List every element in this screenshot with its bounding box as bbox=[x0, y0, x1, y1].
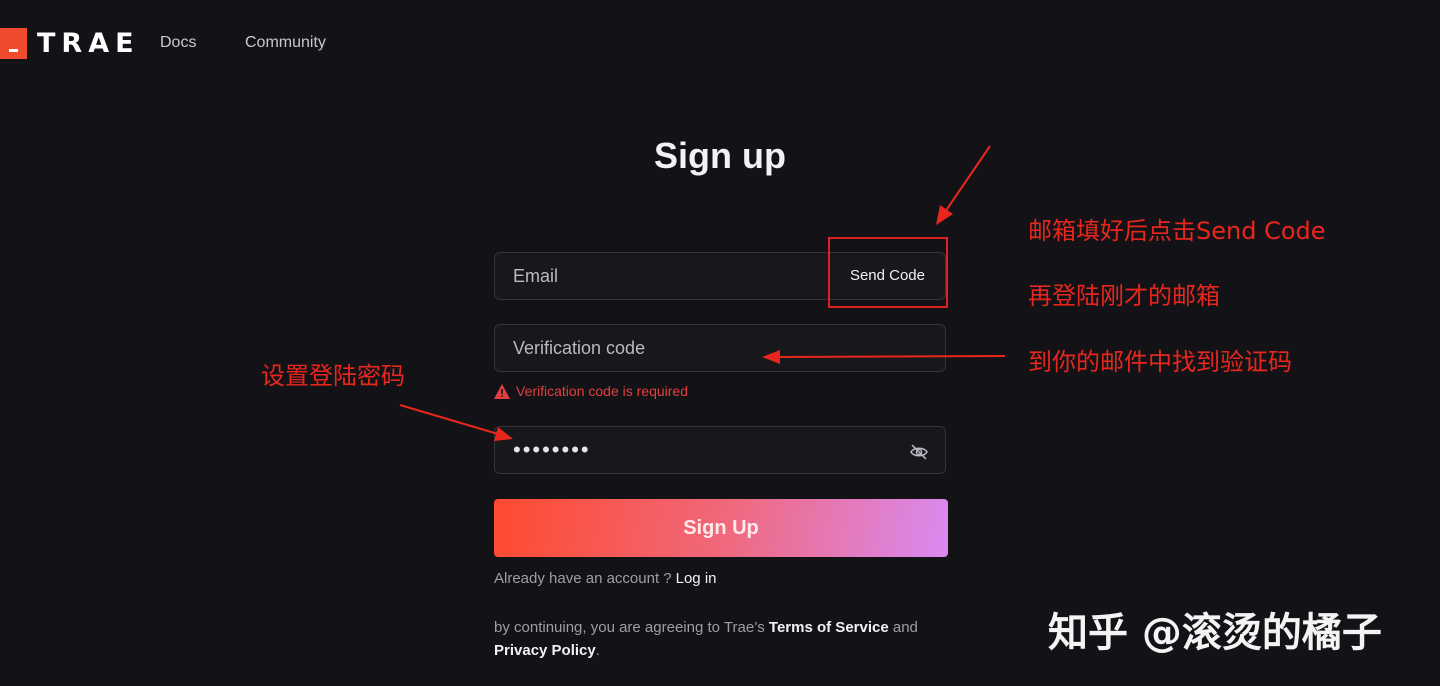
logo-text: TRAE bbox=[37, 28, 140, 59]
eye-off-icon[interactable] bbox=[909, 442, 929, 462]
page-title: Sign up bbox=[654, 135, 786, 176]
login-link[interactable]: Log in bbox=[676, 570, 717, 587]
terms-notice: by continuing, you are agreeing to Trae’… bbox=[494, 616, 954, 662]
password-field-container bbox=[494, 426, 946, 474]
terms-and: and bbox=[888, 619, 918, 636]
nav-community-link[interactable]: Community bbox=[245, 34, 326, 52]
verification-code-error: Verification code is required bbox=[494, 383, 688, 399]
terms-suffix: . bbox=[595, 642, 600, 659]
trae-logo[interactable]: TRAE bbox=[0, 28, 140, 59]
verification-code-input[interactable] bbox=[495, 325, 945, 371]
error-text: Verification code is required bbox=[516, 383, 688, 399]
annotation-send-code: 邮箱填好后点击Send Code bbox=[1028, 217, 1326, 245]
warning-icon bbox=[494, 383, 510, 399]
terms-prefix: by continuing, you are agreeing to Trae’… bbox=[494, 619, 769, 636]
verification-code-field-container bbox=[494, 324, 946, 372]
annotation-password: 设置登陆密码 bbox=[261, 362, 405, 390]
annotation-login-email: 再登陆刚才的邮箱 bbox=[1028, 282, 1220, 310]
sign-up-button[interactable]: Sign Up bbox=[494, 499, 948, 557]
privacy-policy-link[interactable]: Privacy Policy bbox=[494, 642, 596, 659]
send-code-highlight-box bbox=[828, 237, 948, 308]
logo-mark-icon bbox=[0, 28, 27, 59]
nav-docs-link[interactable]: Docs bbox=[160, 34, 196, 52]
email-input[interactable] bbox=[495, 253, 825, 299]
login-prompt-text: Already have an account ? bbox=[494, 570, 672, 587]
login-prompt: Already have an account ? Log in bbox=[494, 570, 717, 587]
terms-of-service-link[interactable]: Terms of Service bbox=[769, 619, 889, 636]
watermark-text: 知乎 @滚烫的橘子 bbox=[1048, 610, 1382, 656]
annotation-find-code: 到你的邮件中找到验证码 bbox=[1028, 348, 1292, 376]
password-input[interactable] bbox=[495, 427, 945, 473]
signup-page: TRAE Docs Community Sign up Send Code Ve… bbox=[0, 0, 1440, 686]
